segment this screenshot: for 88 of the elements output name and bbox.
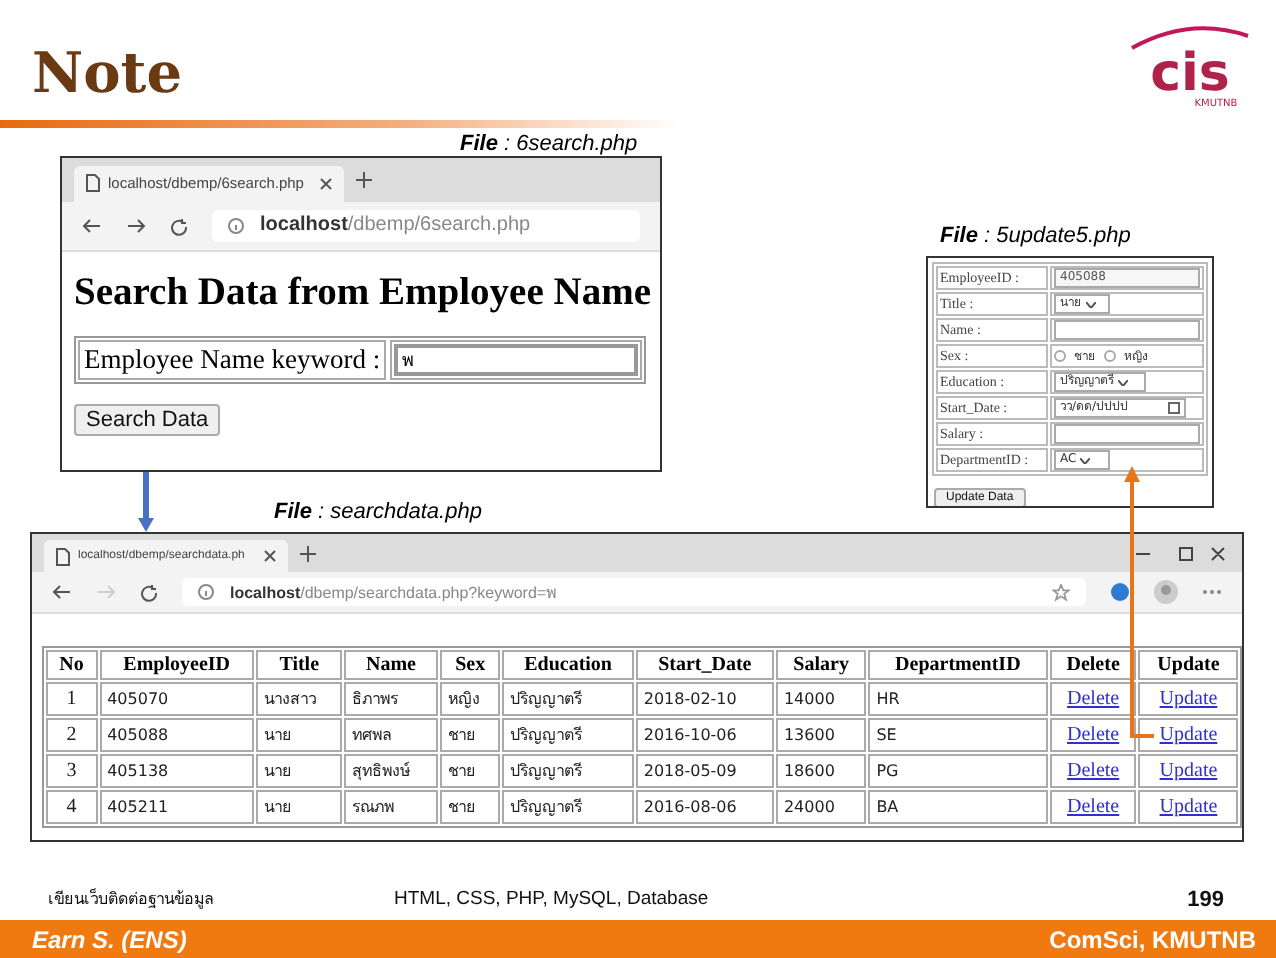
table-cell: รณภพ <box>344 790 438 824</box>
more-icon[interactable] <box>1202 588 1222 596</box>
caret-icon <box>1118 379 1128 385</box>
reload-icon[interactable] <box>170 217 188 235</box>
radio-button[interactable] <box>1054 350 1066 362</box>
table-cell: 2018-02-10 <box>635 682 774 716</box>
document-icon <box>86 174 100 193</box>
keyword-field[interactable]: พ <box>394 344 638 376</box>
column-header: Salary <box>775 650 867 680</box>
table-cell: 405088 <box>99 718 255 752</box>
close-icon[interactable] <box>264 550 276 563</box>
avatar-icon[interactable] <box>1154 580 1178 604</box>
table-cell: 1 <box>46 682 98 716</box>
new-tab-icon[interactable] <box>356 172 372 188</box>
column-header: Start_Date <box>635 650 774 680</box>
info-icon <box>198 584 214 600</box>
table-cell: 13600 <box>775 718 867 752</box>
table-cell: HR <box>868 682 1048 716</box>
table-cell: BA <box>868 790 1048 824</box>
column-header: Delete <box>1049 650 1137 680</box>
table-cell: 405070 <box>99 682 255 716</box>
table-cell: ชาย <box>439 754 501 788</box>
column-header: No <box>46 650 98 680</box>
table-cell: 14000 <box>775 682 867 716</box>
calendar-icon <box>1168 402 1180 414</box>
table-cell: นาย <box>256 718 343 752</box>
table-cell: 18600 <box>775 754 867 788</box>
column-header: EmployeeID <box>99 650 255 680</box>
course-name: เขียนเว็บติดต่อฐานข้อมูล <box>48 886 214 912</box>
table-cell: ชาย <box>439 790 501 824</box>
table-cell: ทศพล <box>344 718 438 752</box>
table-cell: 2016-08-06 <box>635 790 774 824</box>
file-caption: File : searchdata.php <box>274 500 482 524</box>
page-number: 199 <box>1187 887 1224 911</box>
table-cell: 2016-10-06 <box>635 718 774 752</box>
file-caption: File : 6search.php <box>460 132 638 156</box>
table-cell: หญิง <box>439 682 501 716</box>
table-cell: 405138 <box>99 754 255 788</box>
column-header: Education <box>502 650 634 680</box>
table-cell: ปริญญาตรี <box>502 718 634 752</box>
caret-icon <box>1080 457 1091 463</box>
table-cell: ปริญญาตรี <box>502 790 634 824</box>
table-cell: นาย <box>256 790 343 824</box>
document-icon <box>56 547 70 566</box>
table-cell: สุทธิพงษ์ <box>344 754 438 788</box>
table-cell: ปริญญาตรี <box>502 682 634 716</box>
organization-name: ComSci, KMUTNB <box>1049 925 1256 953</box>
author-name: Earn S. (ENS) <box>32 925 187 953</box>
table-cell: 24000 <box>775 790 867 824</box>
forward-icon[interactable] <box>126 218 146 234</box>
connector-arrow <box>136 472 156 534</box>
caret-icon <box>1086 301 1096 307</box>
page-heading: Search Data from Employee Name <box>74 272 653 316</box>
table-cell: SE <box>868 718 1048 752</box>
table-cell: นาย <box>256 754 343 788</box>
table-cell: 2018-05-09 <box>635 754 774 788</box>
table-cell: 2 <box>46 718 98 752</box>
field-label: Employee Name keyword : <box>78 340 387 380</box>
column-header: DepartmentID <box>868 650 1048 680</box>
reload-icon[interactable] <box>140 583 158 601</box>
back-icon[interactable] <box>82 218 102 234</box>
table-cell: 405211 <box>99 790 255 824</box>
star-icon[interactable] <box>1052 583 1070 601</box>
address-field[interactable]: localhost/dbemp/searchdata.php?keyword=พ <box>182 578 1086 606</box>
slide-title: Note <box>32 40 183 106</box>
search-button[interactable]: Search Data <box>74 404 221 436</box>
new-tab-icon[interactable] <box>300 545 316 561</box>
table-cell: PG <box>868 754 1048 788</box>
column-header: Name <box>344 650 438 680</box>
table-cell: ธิภาพร <box>344 682 438 716</box>
back-icon[interactable] <box>52 584 72 600</box>
table-cell: 3 <box>46 754 98 788</box>
table-cell: นางสาว <box>256 682 343 716</box>
column-header: Title <box>256 650 343 680</box>
table-cell: ชาย <box>439 718 501 752</box>
text-field[interactable] <box>1054 320 1200 340</box>
course-topics: HTML, CSS, PHP, MySQL, Database <box>394 888 711 910</box>
column-header: Sex <box>439 650 501 680</box>
file-caption: File : 5update5.php <box>940 224 1131 248</box>
browser-extension-icon[interactable] <box>1110 582 1130 602</box>
table-cell: 4 <box>46 790 98 824</box>
column-header: Update <box>1138 650 1238 680</box>
address-field[interactable]: localhost/dbemp/6search.php <box>212 209 640 243</box>
table-cell: ปริญญาตรี <box>502 754 634 788</box>
text-field[interactable] <box>1054 424 1200 444</box>
close-icon[interactable] <box>320 177 332 190</box>
info-icon <box>228 217 244 234</box>
radio-button[interactable] <box>1104 350 1116 362</box>
